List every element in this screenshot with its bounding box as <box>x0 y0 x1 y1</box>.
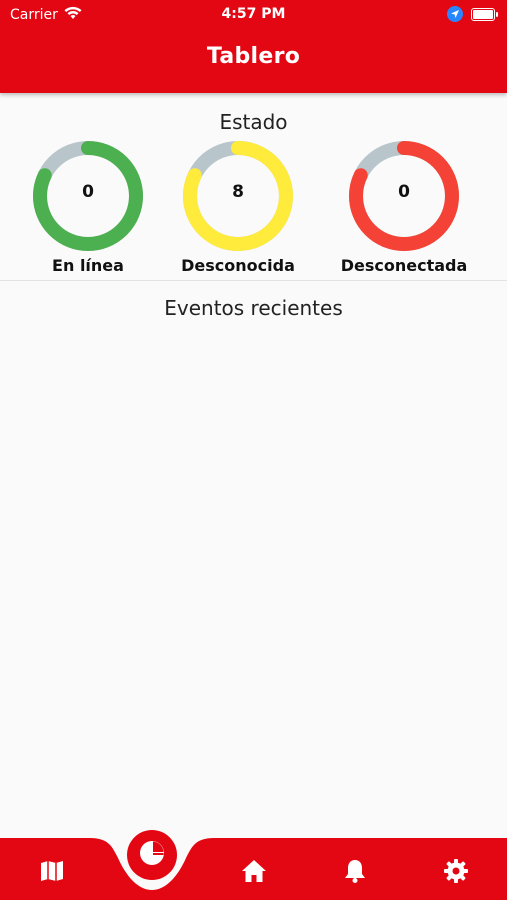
gauge-label: En línea <box>52 256 124 275</box>
status-time: 4:57 PM <box>221 6 286 22</box>
home-icon[interactable] <box>241 858 267 884</box>
pie-chart-icon <box>137 838 167 872</box>
location-arrow-icon <box>447 6 463 22</box>
status-right-group <box>447 6 498 22</box>
gauge-value: 0 <box>398 182 410 202</box>
gauge-label: Desconectada <box>340 256 468 275</box>
battery-icon <box>471 7 498 21</box>
bell-icon[interactable] <box>342 858 368 884</box>
top-app-bar: Carrier 4:57 PM Tablero <box>0 0 507 93</box>
eventos-section-title: Eventos recientes <box>164 296 343 320</box>
estado-section-title: Estado <box>219 110 288 134</box>
gauge-en-linea[interactable]: 0 En línea <box>13 140 163 275</box>
gauge-desconectada[interactable]: 0 Desconectada <box>329 140 479 275</box>
map-icon[interactable] <box>39 858 65 884</box>
section-divider <box>0 280 507 281</box>
gauge-value: 0 <box>82 182 94 202</box>
gauge-value: 8 <box>232 182 244 202</box>
dashboard-nav-button[interactable] <box>127 830 177 880</box>
gear-icon[interactable] <box>443 858 469 884</box>
page-title: Tablero <box>206 44 301 69</box>
gauge-label: Desconocida <box>181 256 295 275</box>
gauge-desconocida[interactable]: 8 Desconocida <box>163 140 313 275</box>
